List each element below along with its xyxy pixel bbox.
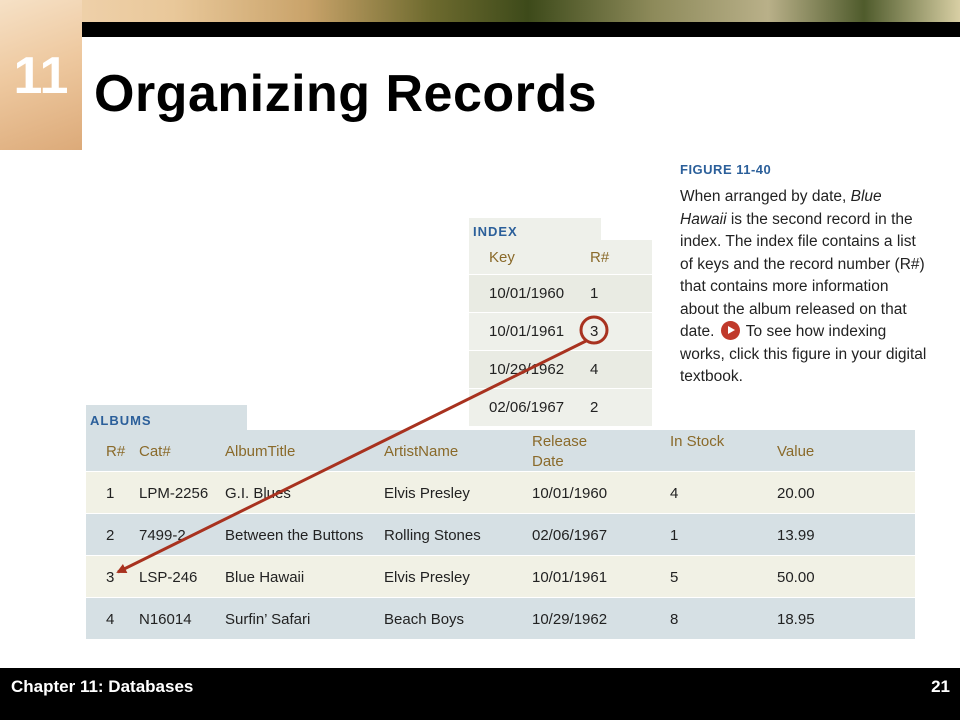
albums-table: R# Cat# AlbumTitle ArtistName Release Da… xyxy=(86,430,915,640)
album-cat: LSP-246 xyxy=(139,569,198,586)
album-date: 10/01/1960 xyxy=(532,485,608,502)
index-row: 10/29/1962 4 xyxy=(469,351,652,389)
albums-header-stock: In Stock xyxy=(670,433,725,450)
album-stock: 5 xyxy=(670,569,679,586)
index-header-r: R# xyxy=(590,249,610,266)
play-icon[interactable] xyxy=(720,321,740,340)
album-cat: N16014 xyxy=(139,611,192,628)
caption-text-1: When arranged by date, xyxy=(680,188,851,205)
album-r: 3 xyxy=(106,569,115,586)
figure-caption: When arranged by date, Blue Hawaii is th… xyxy=(680,186,930,389)
albums-header-date: Release Date xyxy=(532,433,588,470)
albums-header-value: Value xyxy=(777,443,815,460)
page-number: 21 xyxy=(931,677,950,696)
footer-bar: Chapter 11: Databases 21 xyxy=(0,668,960,720)
header-photo-strip xyxy=(0,0,960,22)
albums-row: 4 N16014 Surfin’ Safari Beach Boys 10/29… xyxy=(86,598,915,640)
album-r: 4 xyxy=(106,611,115,628)
index-table: Key R# 10/01/1960 1 10/01/1961 3 10/29/1… xyxy=(469,240,652,427)
album-value: 13.99 xyxy=(777,527,815,544)
albums-header-r: R# xyxy=(106,443,126,460)
index-key: 02/06/1967 xyxy=(489,399,565,416)
album-stock: 8 xyxy=(670,611,679,628)
index-key: 10/29/1962 xyxy=(489,361,565,378)
album-cat: LPM-2256 xyxy=(139,485,209,502)
album-artist: Elvis Presley xyxy=(384,569,470,586)
album-r: 1 xyxy=(106,485,115,502)
index-key: 10/01/1961 xyxy=(489,323,565,340)
album-value: 50.00 xyxy=(777,569,815,586)
index-label: INDEX xyxy=(473,224,518,239)
index-r: 1 xyxy=(590,285,599,302)
album-title: Surfin’ Safari xyxy=(225,611,311,628)
album-stock: 4 xyxy=(670,485,679,502)
albums-header-cat: Cat# xyxy=(139,443,171,460)
index-row: 02/06/1967 2 xyxy=(469,389,652,427)
index-key: 10/01/1960 xyxy=(489,285,565,302)
albums-header-row: R# Cat# AlbumTitle ArtistName Release Da… xyxy=(86,430,915,472)
album-title: G.I. Blues xyxy=(225,485,291,502)
album-date: 10/29/1962 xyxy=(532,611,608,628)
albums-row: 2 7499-2 Between the Buttons Rolling Sto… xyxy=(86,514,915,556)
caption-text-2: is the second record in the index. The i… xyxy=(680,210,925,341)
album-date: 02/06/1967 xyxy=(532,527,608,544)
album-title: Between the Buttons xyxy=(225,527,364,544)
album-value: 20.00 xyxy=(777,485,815,502)
albums-label: ALBUMS xyxy=(90,413,152,428)
albums-header-artist: ArtistName xyxy=(384,443,459,460)
albums-row: 1 LPM-2256 G.I. Blues Elvis Presley 10/0… xyxy=(86,472,915,514)
album-cat: 7499-2 xyxy=(139,527,186,544)
index-r: 2 xyxy=(590,399,599,416)
figure-number: FIGURE 11-40 xyxy=(680,162,772,177)
footer-chapter-label: Chapter 11: Databases xyxy=(11,677,194,696)
index-row: 10/01/1960 1 xyxy=(469,275,652,313)
album-artist: Rolling Stones xyxy=(384,527,481,544)
album-r: 2 xyxy=(106,527,115,544)
album-value: 18.95 xyxy=(777,611,815,628)
index-r: 3 xyxy=(590,323,599,340)
index-header-row: Key R# xyxy=(469,240,652,275)
index-r: 4 xyxy=(590,361,599,378)
albums-row: 3 LSP-246 Blue Hawaii Elvis Presley 10/0… xyxy=(86,556,915,598)
index-row: 10/01/1961 3 xyxy=(469,313,652,351)
chapter-number: 11 xyxy=(13,47,69,105)
title-bar xyxy=(82,22,960,37)
index-header-key: Key xyxy=(489,249,515,266)
album-date: 10/01/1961 xyxy=(532,569,608,586)
page-title: Organizing Records xyxy=(94,65,598,123)
album-title: Blue Hawaii xyxy=(225,569,305,586)
albums-header-title: AlbumTitle xyxy=(225,443,296,460)
album-artist: Beach Boys xyxy=(384,611,465,628)
album-artist: Elvis Presley xyxy=(384,485,470,502)
album-stock: 1 xyxy=(670,527,679,544)
